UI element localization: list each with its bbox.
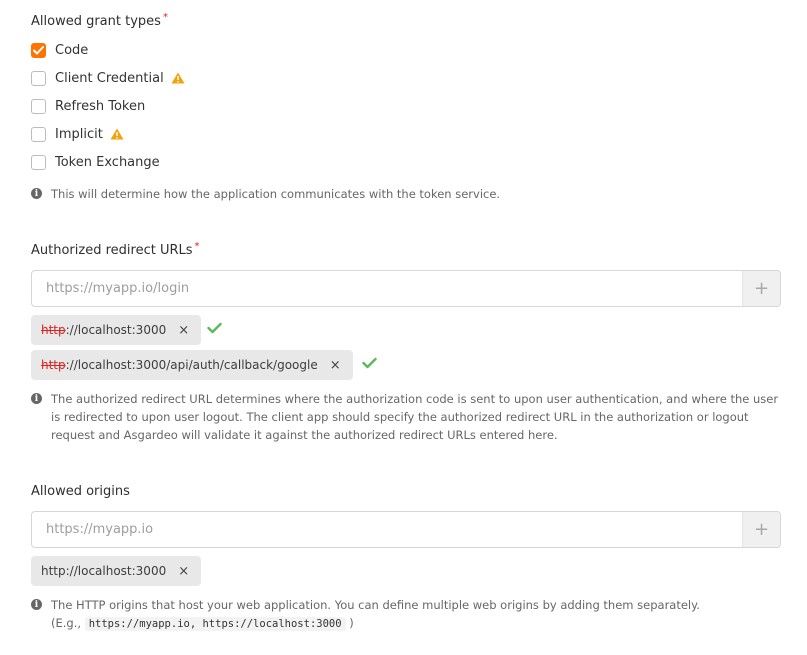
checkbox-implicit[interactable] bbox=[31, 126, 46, 142]
remove-chip-icon[interactable]: × bbox=[330, 358, 341, 373]
grant-option-label: Implicit bbox=[55, 126, 103, 142]
origin-chip: http://localhost:3000 × bbox=[31, 556, 202, 586]
hint-line: request and Asgardeo will validate it ag… bbox=[51, 428, 558, 442]
grant-option-client-credential[interactable]: Client Credential bbox=[31, 68, 185, 88]
allowed-origins-hint: i The HTTP origins that host your web ap… bbox=[31, 596, 781, 633]
grant-option-refresh-token[interactable]: Refresh Token bbox=[31, 96, 145, 116]
hint-text: The HTTP origins that host your web appl… bbox=[51, 596, 700, 633]
info-icon: i bbox=[31, 393, 42, 404]
redirect-url-chip: http://localhost:3000 × bbox=[31, 315, 202, 345]
grant-option-label: Refresh Token bbox=[55, 98, 146, 114]
redirect-urls-label-text: Authorized redirect URLs bbox=[31, 243, 193, 258]
chip-url: http://localhost:3000 bbox=[41, 564, 167, 578]
insecure-scheme: http bbox=[41, 323, 66, 337]
redirect-urls-label: Authorized redirect URLs * bbox=[31, 241, 200, 258]
hint-line: The authorized redirect URL determines w… bbox=[51, 392, 779, 406]
allowed-origins-label: Allowed origins bbox=[31, 484, 130, 499]
grant-types-hint: i This will determine how the applicatio… bbox=[31, 185, 500, 203]
redirect-url-input-group: + bbox=[31, 270, 781, 307]
remove-chip-icon[interactable]: × bbox=[178, 564, 189, 579]
warning-icon bbox=[110, 128, 124, 140]
origin-input[interactable] bbox=[32, 512, 742, 547]
checkbox-code[interactable] bbox=[31, 42, 46, 58]
hint-text: The authorized redirect URL determines w… bbox=[51, 390, 778, 444]
valid-check-icon bbox=[362, 357, 377, 369]
required-mark: * bbox=[194, 241, 200, 252]
grant-option-implicit[interactable]: Implicit bbox=[31, 124, 124, 144]
info-icon: i bbox=[31, 188, 42, 199]
checkbox-token-exchange[interactable] bbox=[31, 154, 46, 170]
hint-text: This will determine how the application … bbox=[51, 187, 501, 201]
redirect-urls-hint: i The authorized redirect URL determines… bbox=[31, 390, 781, 444]
hint-line: is redirected to upon user logout. The c… bbox=[51, 410, 749, 424]
grant-types-label: Allowed grant types * bbox=[31, 12, 168, 29]
hint-prefix: (E.g., bbox=[51, 616, 82, 630]
checkmark-icon bbox=[33, 45, 44, 54]
redirect-url-chip: http://localhost:3000/api/auth/callback/… bbox=[31, 350, 353, 380]
info-icon: i bbox=[31, 599, 42, 610]
redirect-url-input[interactable] bbox=[32, 271, 742, 306]
valid-check-icon bbox=[207, 322, 222, 334]
hint-line: The HTTP origins that host your web appl… bbox=[51, 598, 700, 612]
grant-types-label-text: Allowed grant types bbox=[31, 14, 161, 29]
hint-line: (E.g., https://myapp.io, https://localho… bbox=[51, 614, 700, 633]
origin-input-group: + bbox=[31, 511, 781, 548]
grant-option-label: Client Credential bbox=[55, 70, 164, 86]
insecure-scheme: http bbox=[41, 358, 66, 372]
required-mark: * bbox=[162, 12, 168, 23]
remove-chip-icon[interactable]: × bbox=[178, 323, 189, 338]
grant-option-token-exchange[interactable]: Token Exchange bbox=[31, 152, 160, 172]
hint-suffix: ) bbox=[349, 616, 354, 630]
add-origin-button[interactable]: + bbox=[742, 512, 780, 547]
grant-option-code[interactable]: Code bbox=[31, 40, 88, 60]
chip-url-rest: ://localhost:3000 bbox=[65, 323, 167, 337]
chip-url-rest: ://localhost:3000/api/auth/callback/goog… bbox=[65, 358, 318, 372]
grant-option-label: Code bbox=[55, 42, 89, 58]
checkbox-client-credential[interactable] bbox=[31, 70, 46, 86]
add-redirect-url-button[interactable]: + bbox=[742, 271, 780, 306]
grant-option-label: Token Exchange bbox=[55, 154, 160, 170]
checkbox-refresh-token[interactable] bbox=[31, 98, 46, 114]
hint-code-example: https://myapp.io, https://localhost:3000 bbox=[84, 617, 346, 631]
warning-icon bbox=[171, 72, 185, 84]
